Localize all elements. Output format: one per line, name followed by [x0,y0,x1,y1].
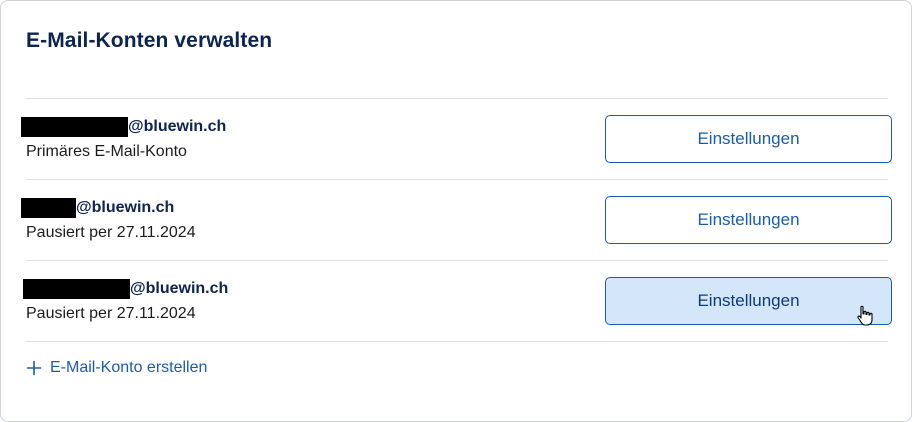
hand-cursor-icon [857,305,873,326]
account-domain: @bluewin.ch [130,280,229,297]
divider [26,341,888,342]
page-title: E-Mail-Konten verwalten [26,29,273,52]
account-domain: @bluewin.ch [128,118,227,135]
account-email: @bluewin.ch [23,279,228,299]
settings-button[interactable]: Einstellungen [605,196,892,244]
account-row: @bluewin.ch Primäres E-Mail-Konto Einste… [1,99,911,179]
redacted-username [21,198,76,218]
account-status: Pausiert per 27.11.2024 [26,305,196,322]
plus-icon [26,360,42,376]
account-status: Pausiert per 27.11.2024 [26,224,196,241]
create-account-label: E-Mail-Konto erstellen [50,359,208,376]
settings-button[interactable]: Einstellungen [605,115,892,163]
account-row: @bluewin.ch Pausiert per 27.11.2024 Eins… [1,261,911,341]
account-status: Primäres E-Mail-Konto [26,143,187,160]
account-email: @bluewin.ch [21,198,174,218]
redacted-username [21,117,128,137]
create-account-link[interactable]: E-Mail-Konto erstellen [26,359,207,377]
account-email: @bluewin.ch [21,117,226,137]
account-row: @bluewin.ch Pausiert per 27.11.2024 Eins… [1,180,911,260]
account-domain: @bluewin.ch [76,199,175,216]
settings-button[interactable]: Einstellungen [605,277,892,325]
redacted-username [23,279,130,299]
email-accounts-card: E-Mail-Konten verwalten @bluewin.ch Prim… [0,0,912,422]
